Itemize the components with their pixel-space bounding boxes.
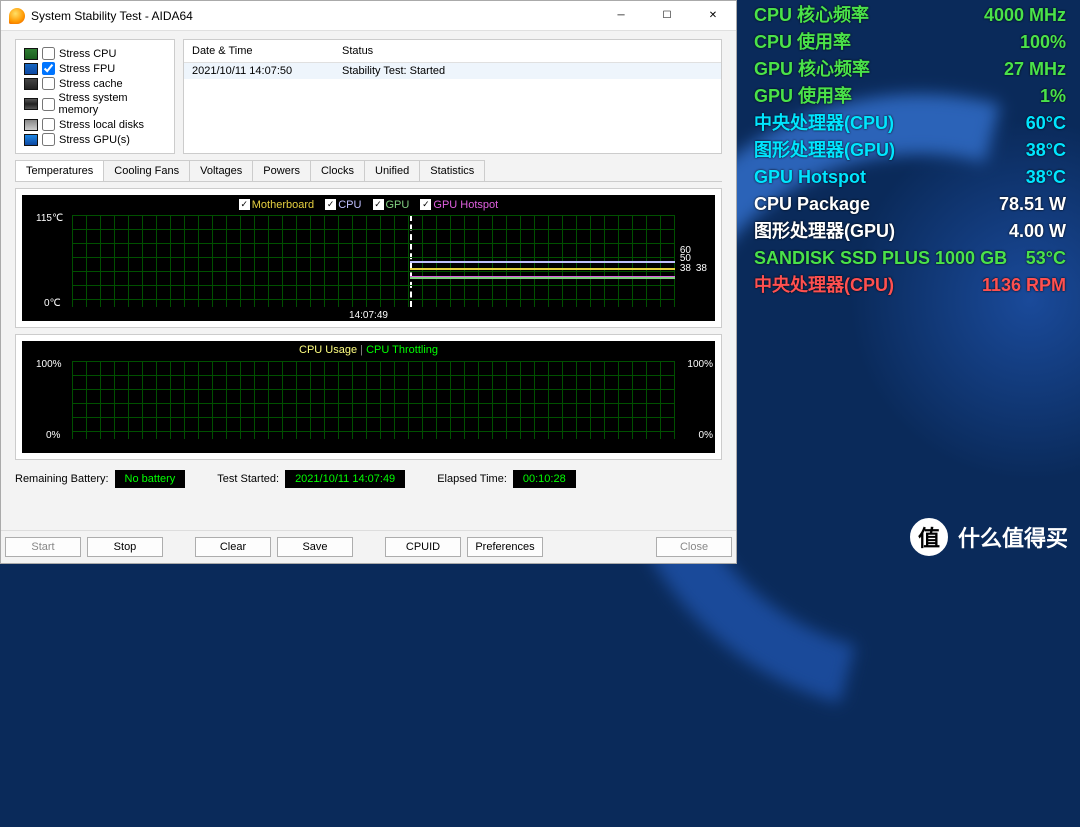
overlay-label: GPU 核心频率 xyxy=(754,57,870,82)
usage-graph: CPU Usage | CPU Throttling 100% 0% 100% … xyxy=(22,341,715,453)
overlay-label: 中央处理器(CPU) xyxy=(754,111,894,136)
overlay-value: 4.00 W xyxy=(1009,219,1066,244)
overlay-row: SANDISK SSD PLUS 1000 GB 53°C xyxy=(740,245,1080,272)
overlay-value: 27 MHz xyxy=(1004,57,1066,82)
overlay-value: 1% xyxy=(1040,84,1066,109)
overlay-row: CPU 核心频率 4000 MHz xyxy=(740,2,1080,29)
save-button[interactable]: Save xyxy=(277,537,353,557)
temperature-graph: ✓Motherboard ✓CPU ✓GPU ✓GPU Hotspot 115℃… xyxy=(22,195,715,321)
graph-tabs: Temperatures Cooling Fans Voltages Power… xyxy=(15,160,722,182)
checkbox-icon[interactable]: ✓ xyxy=(420,199,431,210)
watermark-text: 什么值得买 xyxy=(958,521,1068,553)
stress-memory-option: Stress system memory xyxy=(24,91,166,117)
stress-cpu-option: Stress CPU xyxy=(24,46,166,61)
cpuid-button[interactable]: CPUID xyxy=(385,537,461,557)
overlay-row: CPU 使用率 100% xyxy=(740,29,1080,56)
tab-temperatures[interactable]: Temperatures xyxy=(15,160,104,181)
fpu-icon xyxy=(24,63,38,75)
overlay-label: CPU 核心频率 xyxy=(754,3,869,28)
stress-memory-checkbox[interactable] xyxy=(42,98,55,111)
overlay-label: 图形处理器(GPU) xyxy=(754,219,895,244)
aida64-window: System Stability Test - AIDA64 ─ ☐ ✕ Str… xyxy=(0,0,737,564)
stress-options-panel: Stress CPU Stress FPU Stress cache Stres… xyxy=(15,39,175,154)
titlebar[interactable]: System Stability Test - AIDA64 ─ ☐ ✕ xyxy=(1,1,736,31)
app-icon xyxy=(9,8,25,24)
overlay-value: 4000 MHz xyxy=(984,3,1066,28)
watermark: 值 什么值得买 xyxy=(910,518,1068,556)
cpu-icon xyxy=(24,48,38,60)
close-panel-button[interactable]: Close xyxy=(656,537,732,557)
overlay-label: GPU 使用率 xyxy=(754,84,852,109)
tab-voltages[interactable]: Voltages xyxy=(189,160,253,181)
overlay-label: CPU Package xyxy=(754,192,870,217)
test-started: 2021/10/11 14:07:49 xyxy=(285,470,405,488)
overlay-value: 53°C xyxy=(1026,246,1066,271)
preferences-button[interactable]: Preferences xyxy=(467,537,543,557)
tab-powers[interactable]: Powers xyxy=(252,160,311,181)
overlay-value: 38°C xyxy=(1026,138,1066,163)
overlay-label: 中央处理器(CPU) xyxy=(754,273,894,298)
disk-icon xyxy=(24,119,38,131)
checkbox-icon[interactable]: ✓ xyxy=(325,199,336,210)
button-bar: Start Stop Clear Save CPUID Preferences … xyxy=(1,530,736,563)
stress-gpu-option: Stress GPU(s) xyxy=(24,132,166,147)
stress-fpu-checkbox[interactable] xyxy=(42,62,55,75)
overlay-value: 60°C xyxy=(1026,111,1066,136)
cache-icon xyxy=(24,78,38,90)
sensor-overlay: CPU 核心频率 4000 MHz CPU 使用率 100% GPU 核心频率 27 MH… xyxy=(740,0,1080,301)
minimize-button[interactable]: ─ xyxy=(598,1,644,30)
overlay-row: 中央处理器(CPU) 60°C xyxy=(740,110,1080,137)
overlay-row: GPU Hotspot 38°C xyxy=(740,164,1080,191)
overlay-row: 中央处理器(CPU) 1136 RPM xyxy=(740,272,1080,299)
clear-button[interactable]: Clear xyxy=(195,537,271,557)
usage-legend: CPU Usage | CPU Throttling xyxy=(22,344,715,356)
overlay-value: 100% xyxy=(1020,30,1066,55)
stress-fpu-option: Stress FPU xyxy=(24,61,166,76)
log-row[interactable]: 2021/10/11 14:07:50 Stability Test: Star… xyxy=(184,63,721,79)
overlay-value: 1136 RPM xyxy=(982,273,1066,298)
stress-disks-option: Stress local disks xyxy=(24,117,166,132)
window-title: System Stability Test - AIDA64 xyxy=(31,9,598,23)
close-button[interactable]: ✕ xyxy=(690,1,736,30)
overlay-value: 78.51 W xyxy=(999,192,1066,217)
elapsed-time: 00:10:28 xyxy=(513,470,576,488)
stress-disks-checkbox[interactable] xyxy=(42,118,55,131)
stress-cache-option: Stress cache xyxy=(24,76,166,91)
overlay-row: GPU 使用率 1% xyxy=(740,83,1080,110)
stress-gpu-checkbox[interactable] xyxy=(42,133,55,146)
stress-cpu-checkbox[interactable] xyxy=(42,47,55,60)
stop-button[interactable]: Stop xyxy=(87,537,163,557)
memory-icon xyxy=(24,98,38,110)
overlay-row: 图形处理器(GPU) 38°C xyxy=(740,137,1080,164)
stress-cache-checkbox[interactable] xyxy=(42,77,55,90)
overlay-value: 38°C xyxy=(1026,165,1066,190)
overlay-label: GPU Hotspot xyxy=(754,165,866,190)
tab-cooling-fans[interactable]: Cooling Fans xyxy=(103,160,190,181)
temp-legend: ✓Motherboard ✓CPU ✓GPU ✓GPU Hotspot xyxy=(22,198,715,211)
checkbox-icon[interactable]: ✓ xyxy=(239,199,250,210)
tab-statistics[interactable]: Statistics xyxy=(419,160,485,181)
battery-status: No battery xyxy=(115,470,186,488)
tab-unified[interactable]: Unified xyxy=(364,160,420,181)
overlay-row: 图形处理器(GPU) 4.00 W xyxy=(740,218,1080,245)
log-header-datetime[interactable]: Date & Time xyxy=(184,40,334,62)
overlay-label: SANDISK SSD PLUS 1000 GB xyxy=(754,246,1007,271)
tab-clocks[interactable]: Clocks xyxy=(310,160,365,181)
status-bar: Remaining Battery: No battery Test Start… xyxy=(15,466,722,492)
start-button[interactable]: Start xyxy=(5,537,81,557)
checkbox-icon[interactable]: ✓ xyxy=(373,199,384,210)
overlay-label: CPU 使用率 xyxy=(754,30,851,55)
overlay-row: GPU 核心频率 27 MHz xyxy=(740,56,1080,83)
overlay-label: 图形处理器(GPU) xyxy=(754,138,895,163)
watermark-badge-icon: 值 xyxy=(910,518,948,556)
overlay-row: CPU Package 78.51 W xyxy=(740,191,1080,218)
maximize-button[interactable]: ☐ xyxy=(644,1,690,30)
gpu-icon xyxy=(24,134,38,146)
log-header-status[interactable]: Status xyxy=(334,40,381,62)
log-panel: Date & Time Status 2021/10/11 14:07:50 S… xyxy=(183,39,722,154)
